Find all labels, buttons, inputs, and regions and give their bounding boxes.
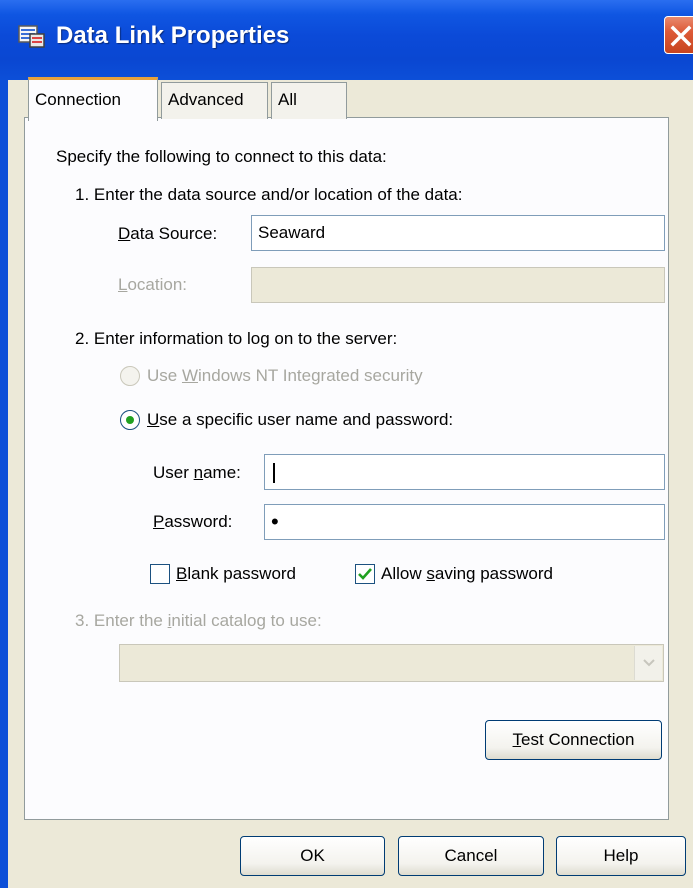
ok-button[interactable]: OK — [240, 836, 385, 876]
step1-heading: 1. Enter the data source and/or location… — [75, 185, 463, 204]
specific-user-radio[interactable] — [120, 410, 140, 430]
location-input[interactable] — [251, 267, 665, 303]
test-connection-button[interactable]: Test Connection — [485, 720, 662, 760]
specific-user-label: Use a specific user name and password: — [147, 410, 454, 429]
tab-connection[interactable]: Connection — [28, 77, 158, 121]
initial-catalog-combobox[interactable] — [119, 644, 664, 682]
location-label: Location: — [118, 275, 188, 294]
password-label: Password: — [153, 512, 233, 531]
catalog-dropdown-button[interactable] — [634, 646, 662, 680]
dialog-window: Data Link Properties Specify the followi… — [0, 0, 693, 888]
radio-selected-dot — [126, 416, 134, 424]
cancel-button[interactable]: Cancel — [398, 836, 544, 876]
blank-password-checkbox[interactable] — [150, 564, 170, 584]
allow-saving-label: Allow saving password — [381, 564, 553, 583]
help-button[interactable]: Help — [556, 836, 686, 876]
tab-advanced[interactable]: Advanced — [161, 82, 268, 119]
step2-heading: 2. Enter information to log on to the se… — [75, 329, 398, 348]
password-input[interactable]: • — [264, 504, 665, 540]
text-cursor — [273, 462, 275, 483]
username-input[interactable] — [264, 454, 665, 490]
blank-password-label: Blank password — [176, 564, 297, 583]
title-bar[interactable]: Data Link Properties — [0, 0, 693, 80]
window-title: Data Link Properties — [56, 22, 290, 49]
close-icon — [670, 25, 692, 47]
windows-nt-security-label: Use Windows NT Integrated security — [147, 366, 423, 385]
username-label: User name: — [153, 463, 241, 482]
connection-panel: Specify the following to connect to this… — [24, 117, 669, 820]
windows-nt-security-radio[interactable] — [120, 366, 140, 386]
data-source-label: Data Source: — [118, 224, 218, 243]
close-button[interactable] — [664, 16, 693, 54]
step3-heading: 3. Enter the initial catalog to use: — [75, 611, 322, 630]
chevron-down-icon — [643, 659, 655, 667]
checkmark-icon — [358, 568, 372, 580]
data-link-app-icon — [18, 25, 45, 48]
data-source-input[interactable]: Seaward — [251, 215, 665, 251]
allow-saving-checkbox[interactable] — [355, 564, 375, 584]
intro-text: Specify the following to connect to this… — [56, 147, 387, 166]
window-frame-left — [0, 80, 8, 888]
tab-all[interactable]: All — [271, 82, 347, 119]
